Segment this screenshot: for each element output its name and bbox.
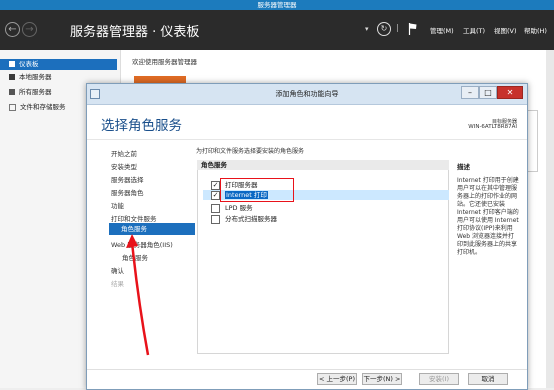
file-storage-icon	[9, 103, 16, 111]
nav-role-services-selected[interactable]: 角色服务	[109, 223, 195, 235]
menu-manage[interactable]: 管理(M)	[430, 25, 454, 35]
footer-divider	[87, 369, 527, 370]
add-roles-wizard-dialog: 添加角色和功能向导 – □ ✕ 选择角色服务 目标服务器 WIN-6ATLT8R…	[86, 83, 528, 390]
nav-results: 结果	[111, 280, 124, 288]
nav-before-you-begin[interactable]: 开始之前	[111, 148, 137, 158]
server-manager-title-bar: 服务器管理器	[0, 0, 554, 10]
checkbox-unchecked[interactable]	[211, 214, 220, 224]
menu-view[interactable]: 视图(V)	[494, 25, 517, 35]
role-service-label: 分布式扫描服务器	[225, 215, 277, 223]
sidebar-item-label: 本地服务器	[19, 73, 52, 81]
all-servers-icon	[9, 89, 15, 95]
header-divider	[87, 139, 527, 140]
nav-confirmation[interactable]: 确认	[111, 265, 124, 275]
sidebar-item-label: 仪表板	[19, 60, 39, 68]
nav-server-roles[interactable]: 服务器角色	[111, 187, 144, 197]
previous-button[interactable]: < 上一步(P)	[317, 373, 357, 385]
vertical-scrollbar[interactable]	[546, 50, 554, 388]
role-services-list-header: 角色服务	[197, 160, 449, 170]
sidebar-item-label: 文件和存储服务	[20, 103, 66, 111]
maximize-button[interactable]: □	[479, 86, 497, 99]
nav-web-server-role[interactable]: Web 服务器角色(IIS)	[111, 239, 173, 249]
nav-features[interactable]: 功能	[111, 200, 124, 210]
instruction-text: 为打印和文件服务选择要安装的角色服务	[196, 148, 305, 155]
install-button: 安装(I)	[419, 373, 459, 385]
cancel-button[interactable]: 取消	[468, 373, 508, 385]
description-title: 描述	[457, 163, 470, 171]
menu-help[interactable]: 帮助(H)	[524, 25, 547, 35]
minimize-button[interactable]: –	[461, 86, 479, 99]
red-highlight-box	[220, 178, 294, 202]
next-button[interactable]: 下一步(N) >	[362, 373, 402, 385]
nav-iis-role-services[interactable]: 角色服务	[122, 252, 148, 262]
nav-server-selection[interactable]: 服务器选择	[111, 174, 144, 184]
refresh-icon[interactable]: ↻	[377, 22, 391, 36]
menu-tools[interactable]: 工具(T)	[463, 25, 485, 35]
local-server-icon	[9, 74, 15, 80]
dashboard-icon	[9, 61, 15, 67]
welcome-heading: 欢迎使用服务器管理器	[132, 58, 197, 66]
header-divider: |	[396, 23, 399, 32]
nav-print-file-services[interactable]: 打印和文件服务	[111, 213, 157, 223]
role-service-lpd[interactable]: LPD 服务	[203, 203, 253, 213]
nav-installation-type[interactable]: 安装类型	[111, 161, 137, 171]
role-service-label: LPD 服务	[225, 204, 253, 212]
target-server-name: WIN-6ATLT8R87AI	[468, 124, 517, 130]
flag-icon[interactable]	[408, 22, 418, 36]
role-service-distributed-scan[interactable]: 分布式扫描服务器	[203, 214, 277, 224]
close-button[interactable]: ✕	[497, 86, 523, 99]
chevron-down-icon[interactable]: ▾	[365, 25, 369, 33]
description-text: Internet 打印用于创建用户可以在其中管理服务器上的打印作业的网站。它还使…	[457, 177, 519, 256]
sidebar-item-local-server[interactable]: 本地服务器	[0, 72, 117, 83]
checkbox-checked[interactable]: ✓	[211, 190, 220, 200]
page-title: 服务器管理器 · 仪表板	[70, 25, 200, 40]
sidebar-item-label: 所有服务器	[19, 88, 52, 96]
sidebar-item-dashboard[interactable]: 仪表板	[0, 59, 117, 70]
checkbox-unchecked[interactable]	[211, 203, 220, 213]
back-arrow-icon[interactable]: ←	[5, 22, 20, 37]
forward-arrow-icon[interactable]: →	[22, 22, 37, 37]
wizard-heading: 选择角色服务	[101, 118, 182, 134]
checkbox-checked[interactable]: ✓	[211, 180, 220, 190]
